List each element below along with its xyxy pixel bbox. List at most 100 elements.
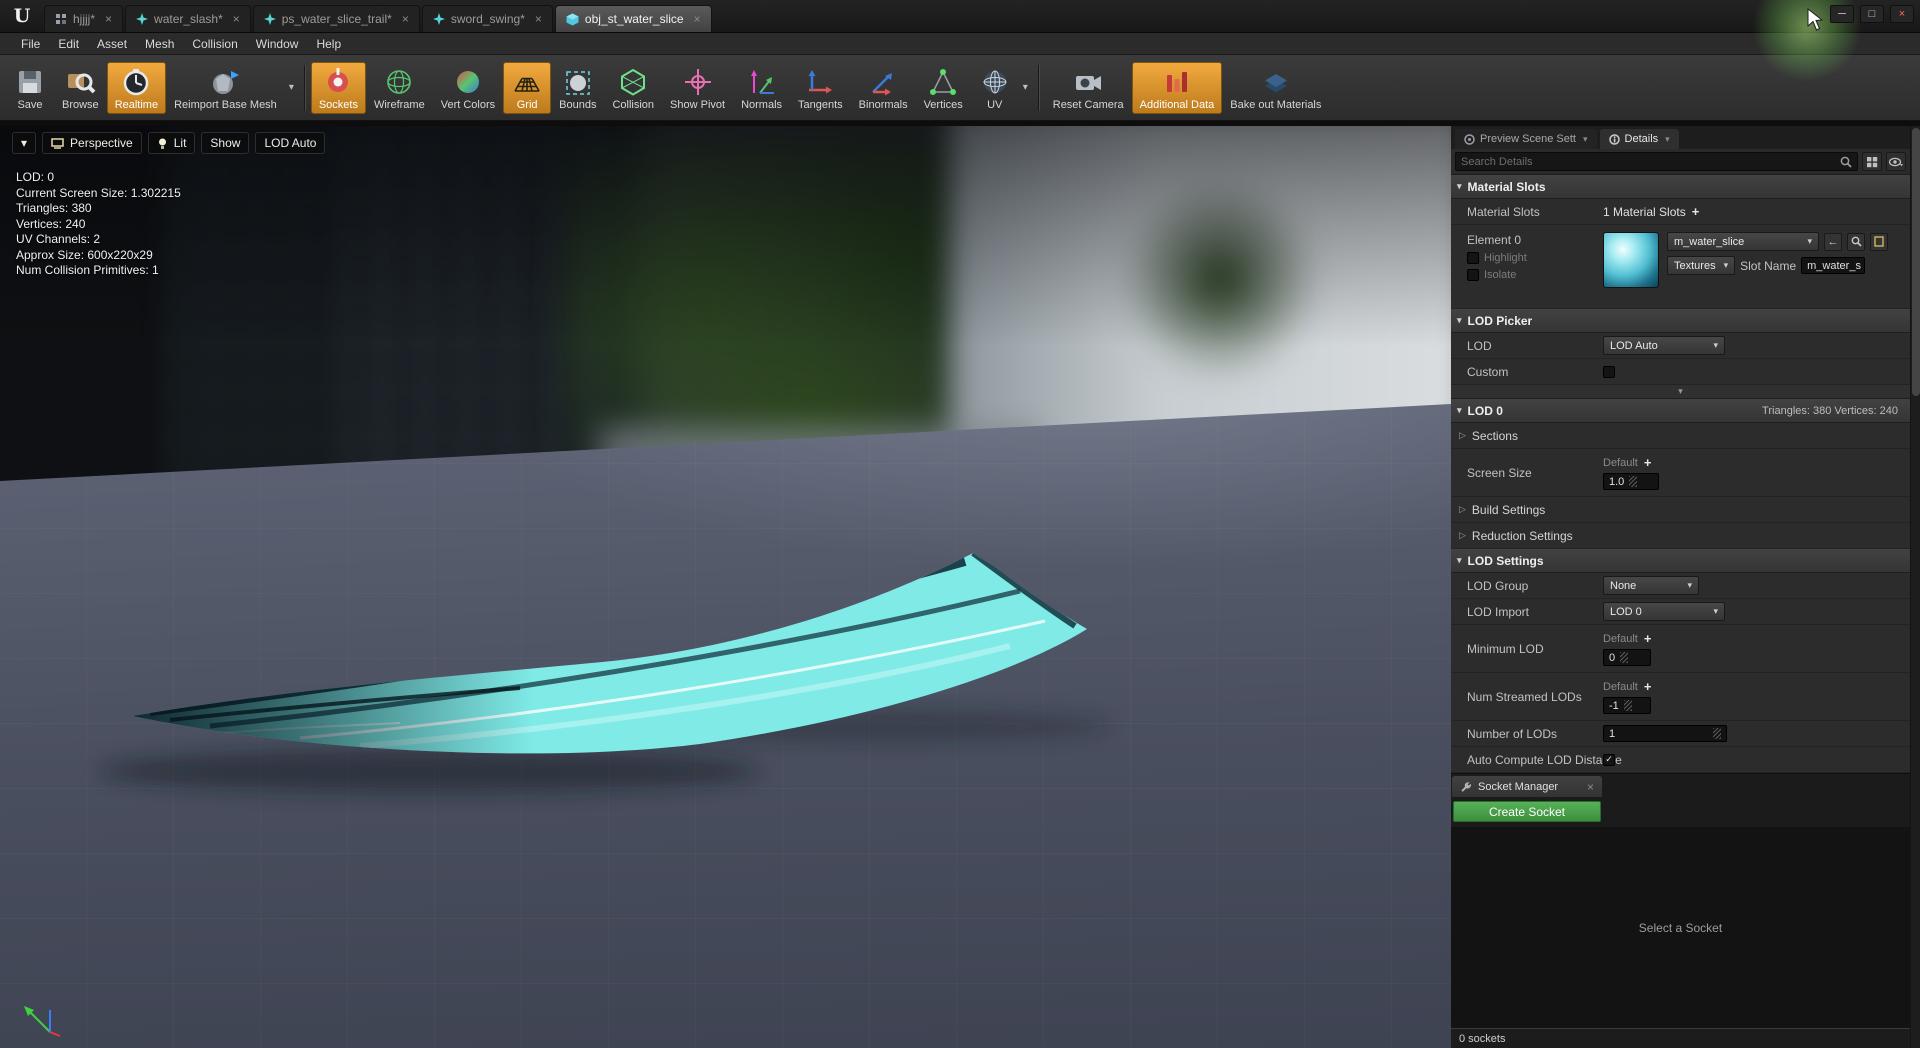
reimport-icon (213, 70, 240, 94)
viewport-3d[interactable]: ▾ Perspective Lit Show LOD Auto LOD: 0 C… (0, 126, 1451, 1048)
menu-asset[interactable]: Asset (88, 35, 136, 53)
bounds-button[interactable]: Bounds (551, 62, 604, 114)
tab-hjjjj[interactable]: hjjjj* × (44, 5, 124, 32)
socket-manager-close-icon[interactable]: × (1587, 780, 1594, 794)
spinbox-grip[interactable] (1629, 476, 1638, 487)
create-socket-button[interactable]: Create Socket (1453, 801, 1601, 822)
tab-ps-water-slice-trail[interactable]: ps_water_slice_trail* × (252, 5, 420, 32)
lod-group-combobox[interactable]: None ▾ (1603, 576, 1699, 595)
tab-water-slash[interactable]: water_slash* × (125, 5, 251, 32)
binormals-button[interactable]: Binormals (851, 62, 916, 114)
socket-manager-tab[interactable]: Socket Manager × (1452, 776, 1602, 797)
sockets-button[interactable]: Sockets (310, 61, 366, 114)
browse-button[interactable]: Browse (54, 62, 107, 114)
num-streamed-add-button[interactable]: + (1644, 679, 1652, 694)
sections-row[interactable]: ▷ Sections (1451, 423, 1910, 449)
view-options-button[interactable] (1886, 152, 1906, 171)
tab-close-icon[interactable]: × (694, 12, 701, 26)
lod-import-combobox[interactable]: LOD 0 ▾ (1603, 602, 1725, 621)
menu-collision[interactable]: Collision (183, 35, 246, 53)
screen-size-field[interactable]: 1.0 (1603, 473, 1659, 490)
lod-combobox[interactable]: LOD Auto ▾ (1603, 336, 1725, 355)
highlight-checkbox[interactable] (1467, 252, 1479, 264)
window-minimize-button[interactable]: ─ (1830, 5, 1854, 23)
material-asset-combobox[interactable]: m_water_slice ▾ (1667, 232, 1819, 251)
scrollbar-thumb[interactable] (1912, 128, 1920, 396)
details-scrollbar[interactable] (1910, 126, 1920, 1048)
textures-dropdown-button[interactable]: Textures ▾ (1667, 256, 1736, 275)
viewport-options-button[interactable]: ▾ (12, 132, 37, 154)
number-of-lods-field[interactable]: 1 (1603, 725, 1727, 742)
lod-auto-button[interactable]: LOD Auto (255, 132, 326, 154)
lod-group-row: LOD Group None ▾ (1451, 573, 1910, 599)
lod0-header[interactable]: ▾ LOD 0 Triangles: 380 Vertices: 240 (1451, 399, 1910, 423)
additional-data-button[interactable]: Additional Data (1131, 61, 1223, 114)
material-thumbnail[interactable] (1603, 232, 1659, 288)
spinbox-grip[interactable] (1623, 700, 1632, 711)
tab-obj-st-water-slice[interactable]: obj_st_water_slice × (554, 5, 712, 32)
collision-button[interactable]: Collision (604, 62, 662, 114)
slot-name-field[interactable]: m_water_s (1801, 257, 1866, 274)
tangents-button[interactable]: Tangents (790, 62, 851, 114)
menu-window[interactable]: Window (247, 35, 308, 53)
menu-edit[interactable]: Edit (49, 35, 88, 53)
unreal-static-mesh-editor-window: U hjjjj* × water_slash* × ps_water_slice… (0, 0, 1920, 1048)
search-details-input[interactable] (1461, 155, 1840, 168)
lod-settings-header[interactable]: ▾ LOD Settings (1451, 549, 1910, 573)
minimum-lod-add-button[interactable]: + (1644, 631, 1652, 646)
reset-material-button[interactable] (1870, 232, 1888, 251)
tab-close-icon[interactable]: × (233, 12, 240, 26)
lod-picker-expander[interactable]: ▾ (1451, 385, 1910, 399)
bake-out-materials-button[interactable]: Bake out Materials (1222, 62, 1329, 114)
isolate-checkbox[interactable] (1467, 269, 1479, 281)
realtime-button[interactable]: Realtime (106, 61, 167, 114)
display-filter-button[interactable] (1862, 152, 1882, 171)
spinbox-grip[interactable] (1620, 652, 1629, 663)
browse-to-asset-button[interactable] (1847, 232, 1865, 251)
auto-compute-lod-checkbox[interactable]: ✓ (1603, 753, 1615, 766)
menu-mesh[interactable]: Mesh (136, 35, 183, 53)
tab-details[interactable]: Details ▾ (1599, 129, 1679, 149)
reimport-dropdown-icon[interactable]: ▾ (285, 82, 298, 93)
tab-close-icon[interactable]: × (105, 12, 112, 26)
caret-down-icon: ▾ (1665, 133, 1670, 144)
show-pivot-button[interactable]: Show Pivot (662, 62, 733, 114)
perspective-button[interactable]: Perspective (42, 132, 142, 154)
menu-help[interactable]: Help (307, 35, 350, 53)
screen-size-add-button[interactable]: + (1644, 455, 1652, 470)
uv-dropdown-icon[interactable]: ▾ (1019, 82, 1032, 93)
tab-close-icon[interactable]: × (535, 12, 542, 26)
vertices-button[interactable]: Vertices (916, 62, 971, 114)
tab-sword-swing[interactable]: sword_swing* × (421, 5, 553, 32)
normals-button[interactable]: Normals (733, 62, 790, 114)
menu-file[interactable]: File (12, 35, 49, 53)
num-streamed-field[interactable]: -1 (1603, 697, 1651, 714)
water-slash-mesh[interactable] (0, 126, 1451, 1048)
lod-picker-header[interactable]: ▾ LOD Picker (1451, 309, 1910, 333)
window-close-button[interactable]: × (1890, 5, 1914, 23)
save-button[interactable]: Save (6, 62, 54, 114)
grid-button[interactable]: Grid (503, 61, 552, 114)
material-slots-header[interactable]: ▾ Material Slots (1451, 175, 1910, 199)
lod-import-label: LOD Import (1467, 604, 1530, 619)
wireframe-button[interactable]: Wireframe (366, 62, 433, 114)
additional-data-icon (1166, 71, 1187, 92)
show-button[interactable]: Show (201, 132, 250, 154)
uv-button[interactable]: UV (971, 62, 1019, 114)
use-selected-asset-button[interactable]: ← (1824, 232, 1842, 251)
add-material-slot-button[interactable]: + (1692, 204, 1700, 219)
minimum-lod-field[interactable]: 0 (1603, 649, 1651, 666)
reimport-base-mesh-button[interactable]: Reimport Base Mesh (166, 62, 285, 114)
tab-close-icon[interactable]: × (402, 12, 409, 26)
spinbox-grip[interactable] (1713, 728, 1721, 739)
vert-colors-button[interactable]: Vert Colors (433, 62, 503, 114)
custom-checkbox[interactable] (1603, 365, 1615, 378)
tab-preview-scene-settings[interactable]: Preview Scene Sett ▾ (1455, 129, 1597, 149)
build-settings-row[interactable]: ▷ Build Settings (1451, 497, 1910, 523)
normals-icon (750, 69, 774, 94)
reset-camera-button[interactable]: Reset Camera (1045, 62, 1132, 114)
reduction-settings-row[interactable]: ▷ Reduction Settings (1451, 523, 1910, 549)
lit-button[interactable]: Lit (147, 132, 196, 154)
window-maximize-button[interactable]: □ (1860, 5, 1884, 23)
lod0-header-stats: Triangles: 380 Vertices: 240 (1762, 404, 1898, 417)
